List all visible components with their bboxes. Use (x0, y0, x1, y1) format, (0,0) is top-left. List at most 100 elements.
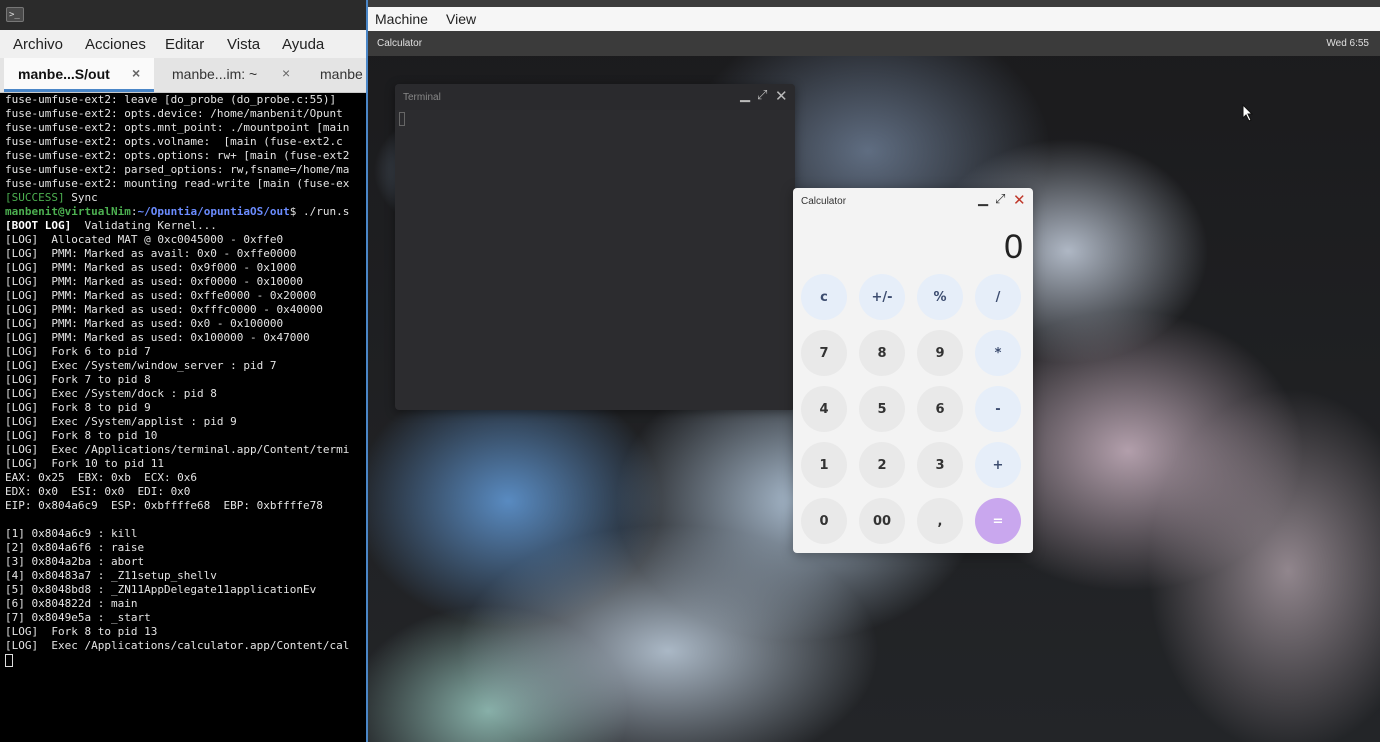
output-block-log: [LOG] Allocated MAT @ 0xc0045000 - 0xffe… (5, 233, 366, 653)
guest-desktop[interactable]: Calculator Wed 6:55 Terminal ▁ ⤢ ✕ Calcu… (368, 31, 1380, 742)
output-line: EDX: 0x0 ESI: 0x0 EDI: 0x0 (5, 485, 191, 498)
guest-terminal-window[interactable]: Terminal ▁ ⤢ ✕ (395, 84, 795, 410)
calc-key[interactable]: = (975, 498, 1021, 544)
output-line: [1] 0x804a6c9 : kill (5, 527, 138, 540)
calc-key[interactable]: - (975, 386, 1021, 432)
calc-key[interactable]: 2 (859, 442, 905, 488)
menu-acciones[interactable]: Acciones (85, 36, 146, 53)
output-line: [LOG] Fork 7 to pid 8 (5, 373, 151, 386)
calc-key[interactable]: 8 (859, 330, 905, 376)
calc-key[interactable]: 00 (859, 498, 905, 544)
mouse-pointer-icon (1242, 104, 1254, 122)
vm-window: Machine View Calculator Wed 6:55 Termina… (366, 0, 1380, 742)
output-line: EIP: 0x804a6c9 ESP: 0xbffffe68 EBP: 0xbf… (5, 499, 323, 512)
output-line: [LOG] PMM: Marked as used: 0xf0000 - 0x1… (5, 275, 304, 288)
guest-terminal-cursor (399, 112, 405, 126)
output-line: [4] 0x80483a7 : _Z11setup_shellv (5, 569, 217, 582)
output-line: [LOG] Fork 6 to pid 7 (5, 345, 151, 358)
output-line: [3] 0x804a2ba : abort (5, 555, 145, 568)
output-line: [LOG] PMM: Marked as used: 0x9f000 - 0x1… (5, 261, 297, 274)
tab-third[interactable]: manbe (306, 58, 366, 92)
output-line-prompt: manbenit@virtualNim:~/Opuntia/opuntiaOS/… (5, 205, 350, 218)
output-line: [2] 0x804a6f6 : raise (5, 541, 145, 554)
output-block-fuse: fuse-umfuse-ext2: leave [do_probe (do_pr… (5, 93, 366, 191)
menu-machine[interactable]: Machine (375, 11, 428, 27)
maximize-icon[interactable]: ⤢ (995, 193, 1005, 207)
output-line: [5] 0x8048bd8 : _ZN11AppDelegate11applic… (5, 583, 317, 596)
output-line: fuse-umfuse-ext2: leave [do_probe (do_pr… (5, 93, 337, 106)
terminal-output[interactable]: fuse-umfuse-ext2: leave [do_probe (do_pr… (5, 93, 366, 667)
output-line: fuse-umfuse-ext2: opts.mnt_point: ./moun… (5, 121, 350, 134)
terminal-cursor (5, 653, 366, 667)
calc-key[interactable]: 6 (917, 386, 963, 432)
output-line: [LOG] PMM: Marked as used: 0xfffc0000 - … (5, 303, 323, 316)
calc-key[interactable]: c (801, 274, 847, 320)
guest-menubar: Calculator Wed 6:55 (368, 31, 1380, 56)
output-line: [LOG] Exec /Applications/terminal.app/Co… (5, 443, 350, 456)
output-line: [LOG] PMM: Marked as avail: 0x0 - 0xffe0… (5, 247, 297, 260)
vm-menubar: Machine View (368, 7, 1380, 31)
calc-key[interactable]: , (917, 498, 963, 544)
calc-key[interactable]: 1 (801, 442, 847, 488)
calc-key[interactable]: +/- (859, 274, 905, 320)
output-line: fuse-umfuse-ext2: opts.volname: [main (f… (5, 135, 343, 148)
minimize-icon[interactable]: ▁ (978, 193, 988, 207)
menu-archivo[interactable]: Archivo (13, 36, 63, 53)
calc-key[interactable]: / (975, 274, 1021, 320)
calc-key[interactable]: 4 (801, 386, 847, 432)
guest-clock: Wed 6:55 (1326, 38, 1369, 49)
calculator-window[interactable]: Calculator ▁ ⤢ ✕ 0 c +/-%/7 8 9 * 4 5 6-1 2 3 +0 00… (793, 188, 1033, 553)
output-line: [LOG] Exec /System/window_server : pid 7 (5, 359, 277, 372)
output-line: [LOG] Fork 8 to pid 9 (5, 401, 151, 414)
guest-terminal-titlebar[interactable]: Terminal ▁ ⤢ ✕ (395, 84, 795, 110)
menu-vista[interactable]: Vista (227, 36, 260, 53)
host-terminal-titlebar[interactable]: >_ (0, 0, 366, 31)
calc-key[interactable]: + (975, 442, 1021, 488)
host-terminal-window: >_ Archivo Acciones Editar Vista Ayuda m… (0, 0, 366, 742)
tab-close-icon[interactable]: × (282, 65, 290, 81)
output-line: [LOG] Exec /Applications/calculator.app/… (5, 639, 350, 652)
output-line: [6] 0x804822d : main (5, 597, 138, 610)
tab-label: manbe...im: ~ (172, 66, 258, 82)
output-line: [LOG] Exec /System/dock : pid 8 (5, 387, 217, 400)
output-line: [LOG] PMM: Marked as used: 0x100000 - 0x… (5, 331, 310, 344)
calc-key[interactable]: 3 (917, 442, 963, 488)
menu-ayuda[interactable]: Ayuda (282, 36, 324, 53)
calculator-display: 0 (1004, 228, 1023, 266)
host-menubar: Archivo Acciones Editar Vista Ayuda (0, 30, 366, 58)
terminal-app-icon: >_ (6, 7, 24, 22)
calc-key[interactable]: 7 (801, 330, 847, 376)
output-line: fuse-umfuse-ext2: opts.options: rw+ [mai… (5, 149, 350, 162)
close-icon[interactable]: ✕ (775, 89, 788, 104)
window-title: Calculator (801, 196, 847, 207)
calc-key[interactable]: % (917, 274, 963, 320)
output-line-boot: [BOOT LOG] Validating Kernel... (5, 219, 217, 232)
calc-key[interactable]: * (975, 330, 1021, 376)
vm-title-strip (368, 0, 1380, 7)
menu-view[interactable]: View (446, 11, 476, 27)
tab-out[interactable]: manbe...S/out × (4, 58, 154, 92)
output-line: fuse-umfuse-ext2: mounting read-write [m… (5, 177, 350, 190)
window-title: Terminal (403, 92, 441, 103)
tab-close-icon[interactable]: × (132, 65, 140, 81)
tab-label: manbe...S/out (18, 66, 110, 82)
calc-key[interactable]: 9 (917, 330, 963, 376)
output-line: [LOG] Fork 8 to pid 13 (5, 625, 158, 638)
maximize-icon[interactable]: ⤢ (757, 89, 767, 103)
output-line: fuse-umfuse-ext2: parsed_options: rw,fsn… (5, 163, 350, 176)
output-line: [7] 0x8049e5a : _start (5, 611, 151, 624)
minimize-icon[interactable]: ▁ (740, 89, 750, 103)
output-line: [LOG] PMM: Marked as used: 0x0 - 0x10000… (5, 317, 284, 330)
tab-home[interactable]: manbe...im: ~ × (158, 58, 306, 92)
calc-key[interactable]: 5 (859, 386, 905, 432)
output-line-success: [SUCCESS] Sync (5, 191, 98, 204)
calc-key[interactable]: 0 (801, 498, 847, 544)
host-tab-bar: manbe...S/out × manbe...im: ~ × manbe (0, 58, 366, 93)
output-line: EAX: 0x25 EBX: 0xb ECX: 0x6 (5, 471, 198, 484)
output-line: [LOG] PMM: Marked as used: 0xffe0000 - 0… (5, 289, 317, 302)
output-line: [LOG] Exec /System/applist : pid 9 (5, 415, 237, 428)
close-icon[interactable]: ✕ (1013, 193, 1026, 208)
output-line: [LOG] Fork 8 to pid 10 (5, 429, 158, 442)
menu-editar[interactable]: Editar (165, 36, 204, 53)
